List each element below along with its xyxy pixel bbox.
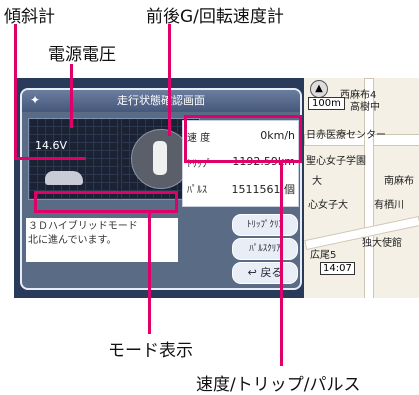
tilt-leader-line bbox=[14, 24, 17, 160]
trip-clear-button[interactable]: ﾄﾘｯﾌﾟｸﾘｱ bbox=[232, 214, 298, 236]
map-label: 高樹中 bbox=[350, 102, 380, 113]
map-label: 心女子大 bbox=[308, 200, 348, 211]
navigation-screen: 西麻布4 高樹中 日赤医療センター 聖心女子学園 大 南麻布 心女子大 有栖川 … bbox=[14, 78, 419, 298]
voltage-callout: 電源電圧 bbox=[48, 45, 116, 65]
speed-trip-pulse-callout: 速度/トリップ/パルス bbox=[196, 375, 361, 395]
info-leader-line bbox=[280, 162, 283, 366]
pulse-clear-button[interactable]: ﾊﾟﾙｽｸﾘｱ bbox=[232, 238, 298, 260]
map-label: 独大使館 bbox=[362, 238, 402, 249]
mode-line: ３Ｄハイブリッドモード bbox=[28, 221, 138, 232]
g-leader-line bbox=[168, 24, 171, 136]
voltage-value: 14.6V bbox=[35, 139, 68, 152]
map-label: 南麻布 bbox=[384, 176, 414, 187]
g-meter-callout: 前後G/回転速度計 bbox=[146, 7, 284, 27]
map-label: 日赤医療センター bbox=[306, 130, 386, 141]
panel-title: 走行状態確認画面 bbox=[22, 90, 300, 112]
tool-icon: ✦ bbox=[30, 93, 41, 107]
mode-line: 北に進んでいます。 bbox=[28, 235, 117, 246]
map-scale: 100m bbox=[308, 97, 345, 110]
map-label: 大 bbox=[312, 176, 322, 187]
mode-text-box: ３Ｄハイブリッドモード 北に進んでいます。 bbox=[26, 218, 178, 262]
tilt-meter-callout: 傾斜計 bbox=[4, 7, 55, 27]
clock-display: 14:07 bbox=[320, 262, 355, 275]
back-arrow-icon: ↩ bbox=[247, 266, 261, 279]
back-button[interactable]: ↩ 戻る bbox=[232, 262, 298, 284]
tilt-car-icon bbox=[45, 171, 83, 185]
compass-icon[interactable]: ▲ bbox=[310, 80, 328, 98]
info-highlight bbox=[184, 115, 302, 163]
voltage-leader-line bbox=[70, 64, 73, 128]
map-label: 広尾5 bbox=[310, 250, 337, 261]
mode-display-callout: モード表示 bbox=[108, 341, 193, 361]
top-car-icon bbox=[153, 141, 167, 175]
mode-leader-line bbox=[148, 212, 151, 334]
map-view[interactable]: 西麻布4 高樹中 日赤医療センター 聖心女子学園 大 南麻布 心女子大 有栖川 … bbox=[304, 78, 419, 298]
tilt-leader-line bbox=[14, 157, 86, 160]
map-label: 聖心女子学園 bbox=[306, 156, 366, 167]
pulse-label: ﾊﾟﾙｽ bbox=[187, 185, 207, 196]
map-label: 有栖川 bbox=[374, 200, 404, 211]
pulse-value: 1511561 個 bbox=[231, 183, 296, 196]
pulse-row: ﾊﾟﾙｽ 1511561 個 bbox=[187, 181, 295, 199]
mode-highlight bbox=[34, 191, 178, 213]
